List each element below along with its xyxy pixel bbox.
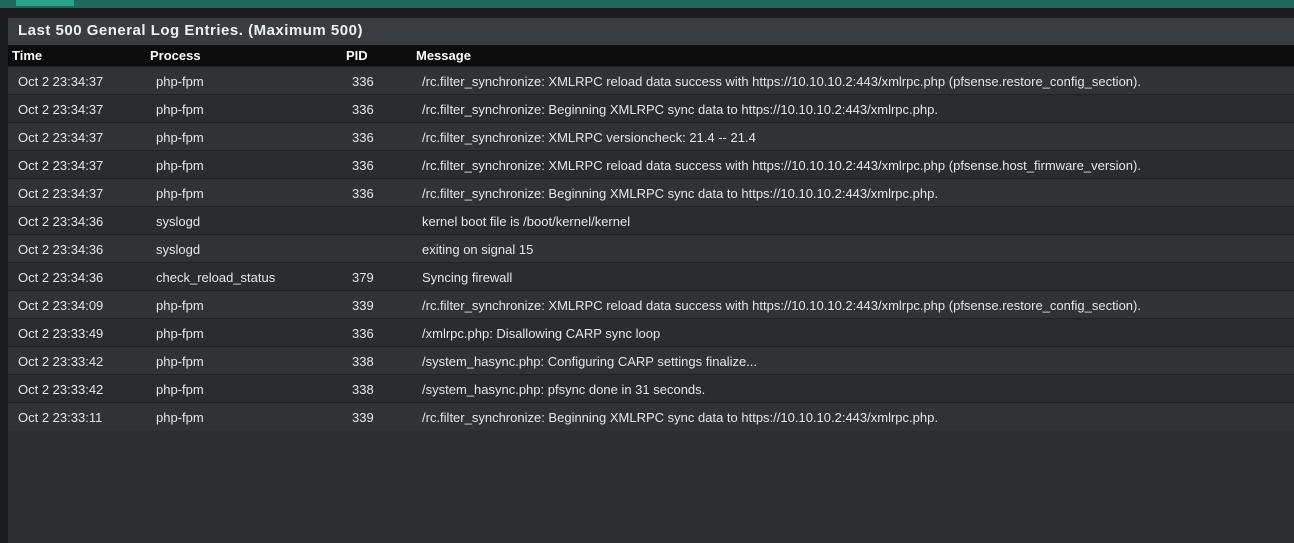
log-message: /rc.filter_synchronize: XMLRPC reload da… <box>412 150 1294 179</box>
log-pid: 336 <box>342 150 412 179</box>
table-row: Oct 2 23:34:36 syslogd kernel boot file is… <box>8 206 1294 235</box>
log-time: Oct 2 23:33:42 <box>8 374 146 403</box>
table-row: Oct 2 23:33:49 php-fpm 336/xmlrpc.php: Dis… <box>8 318 1294 347</box>
log-process: php-fpm <box>146 178 342 207</box>
log-table-body: Oct 2 23:34:37 php-fpm 336/rc.filter_synch… <box>8 66 1294 430</box>
table-row: Oct 2 23:33:42 php-fpm 338/system_hasync.p… <box>8 374 1294 403</box>
table-row: Oct 2 23:34:37 php-fpm 336/rc.filter_synch… <box>8 66 1294 95</box>
log-pid: 336 <box>342 178 412 207</box>
log-time: Oct 2 23:33:42 <box>8 346 146 375</box>
log-message: kernel boot file is /boot/kernel/kernel <box>412 206 1294 235</box>
log-message: /rc.filter_synchronize: XMLRPC versionch… <box>412 122 1294 151</box>
panel-title: Last 500 General Log Entries. (Maximum 5… <box>8 18 1294 45</box>
log-process: php-fpm <box>146 94 342 123</box>
log-pid: 339 <box>342 290 412 319</box>
log-time: Oct 2 23:34:36 <box>8 262 146 291</box>
log-time: Oct 2 23:34:09 <box>8 290 146 319</box>
log-time: Oct 2 23:34:37 <box>8 150 146 179</box>
log-message: /system_hasync.php: Configuring CARP set… <box>412 346 1294 375</box>
table-row: Oct 2 23:34:37 php-fpm 336/rc.filter_synch… <box>8 94 1294 123</box>
top-nav-bar <box>0 0 1294 8</box>
log-time: Oct 2 23:34:36 <box>8 206 146 235</box>
log-time: Oct 2 23:34:37 <box>8 94 146 123</box>
log-message: /xmlrpc.php: Disallowing CARP sync loop <box>412 318 1294 347</box>
log-message: /rc.filter_synchronize: Beginning XMLRPC… <box>412 402 1294 430</box>
log-pid: 336 <box>342 122 412 151</box>
log-time: Oct 2 23:34:36 <box>8 234 146 263</box>
log-time: Oct 2 23:34:37 <box>8 66 146 95</box>
log-process: php-fpm <box>146 290 342 319</box>
log-process: php-fpm <box>146 66 342 95</box>
active-tab-edge[interactable] <box>16 0 74 6</box>
log-time: Oct 2 23:34:37 <box>8 178 146 207</box>
log-message: /rc.filter_synchronize: Beginning XMLRPC… <box>412 94 1294 123</box>
log-process: check_reload_status <box>146 262 342 291</box>
log-process: syslogd <box>146 206 342 235</box>
log-time: Oct 2 23:33:11 <box>8 402 146 430</box>
log-pid: 336 <box>342 94 412 123</box>
table-header-row: Time Process PID Message <box>8 45 1294 67</box>
log-message: /system_hasync.php: pfsync done in 31 se… <box>412 374 1294 403</box>
log-pid <box>342 206 412 235</box>
log-process: php-fpm <box>146 318 342 347</box>
table-row: Oct 2 23:33:42 php-fpm 338/system_hasync.p… <box>8 346 1294 375</box>
column-header-message[interactable]: Message <box>412 45 1294 67</box>
log-process: php-fpm <box>146 374 342 403</box>
table-row: Oct 2 23:34:36 syslogd exiting on signal 1… <box>8 234 1294 263</box>
log-message: Syncing firewall <box>412 262 1294 291</box>
log-process: php-fpm <box>146 150 342 179</box>
log-process: php-fpm <box>146 346 342 375</box>
column-header-pid[interactable]: PID <box>342 45 412 67</box>
table-row: Oct 2 23:33:11 php-fpm 339/rc.filter_synch… <box>8 402 1294 430</box>
top-nav-accent <box>0 0 1294 8</box>
log-pid: 338 <box>342 346 412 375</box>
log-pid: 339 <box>342 402 412 430</box>
log-pid: 336 <box>342 318 412 347</box>
table-row: Oct 2 23:34:09 php-fpm 339/rc.filter_synch… <box>8 290 1294 319</box>
log-pid: 379 <box>342 262 412 291</box>
log-message: /rc.filter_synchronize: XMLRPC reload da… <box>412 290 1294 319</box>
table-row: Oct 2 23:34:37 php-fpm 336/rc.filter_synch… <box>8 122 1294 151</box>
table-row: Oct 2 23:34:37 php-fpm 336/rc.filter_synch… <box>8 150 1294 179</box>
log-pid: 338 <box>342 374 412 403</box>
log-process: php-fpm <box>146 122 342 151</box>
log-process: php-fpm <box>146 402 342 430</box>
log-pid <box>342 234 412 263</box>
column-header-time[interactable]: Time <box>8 45 146 67</box>
table-row: Oct 2 23:34:36 check_reload_status 379 Sync… <box>8 262 1294 291</box>
log-pid: 336 <box>342 66 412 95</box>
log-message: /rc.filter_synchronize: XMLRPC reload da… <box>412 66 1294 95</box>
column-header-process[interactable]: Process <box>146 45 342 67</box>
log-message: /rc.filter_synchronize: Beginning XMLRPC… <box>412 178 1294 207</box>
log-message: exiting on signal 15 <box>412 234 1294 263</box>
log-table: Time Process PID Message Oct 2 23:34:37 p… <box>8 45 1294 430</box>
log-process: syslogd <box>146 234 342 263</box>
log-time: Oct 2 23:34:37 <box>8 122 146 151</box>
log-panel: Last 500 General Log Entries. (Maximum 5… <box>8 18 1294 543</box>
table-row: Oct 2 23:34:37 php-fpm 336/rc.filter_synch… <box>8 178 1294 207</box>
log-time: Oct 2 23:33:49 <box>8 318 146 347</box>
